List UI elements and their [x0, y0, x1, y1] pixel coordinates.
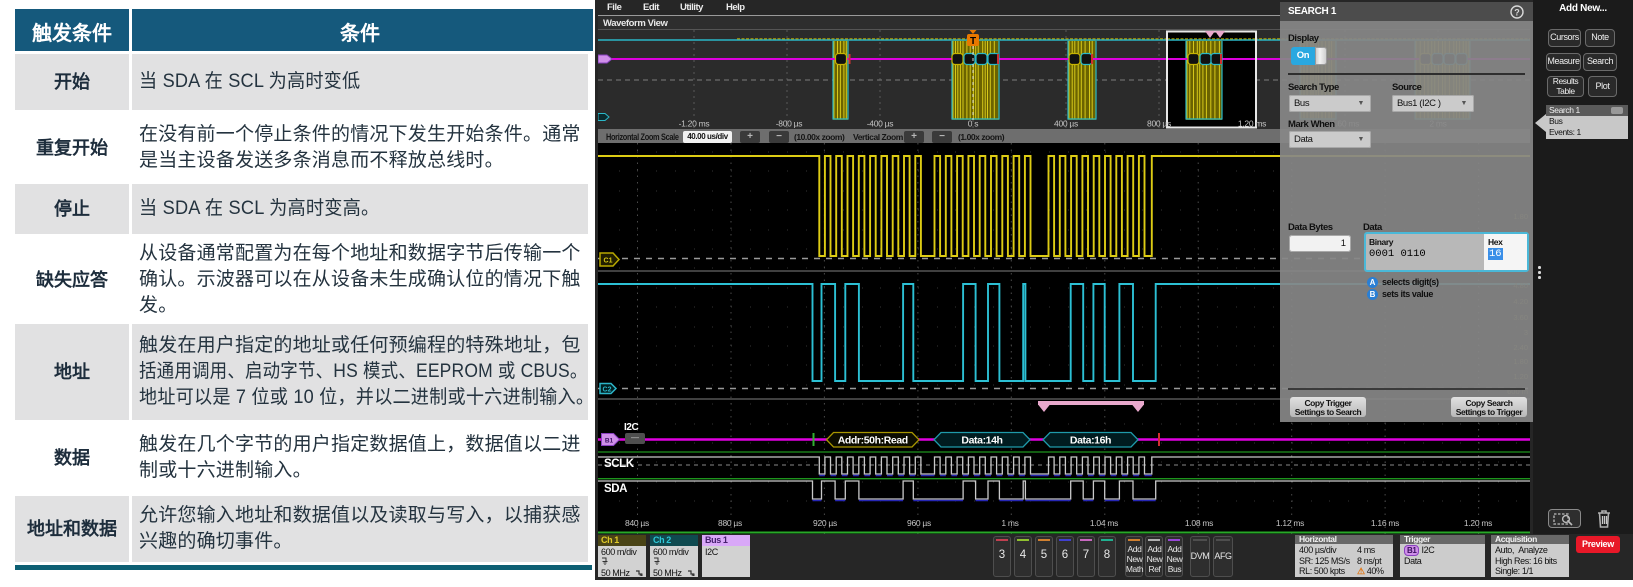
svg-text:?: ? — [1514, 8, 1520, 18]
svg-text:Addr:50h:Read: Addr:50h:Read — [838, 435, 908, 447]
svg-text:C2: C2 — [603, 387, 612, 394]
svg-text:B1: B1 — [605, 438, 614, 445]
svg-text:-800 µs: -800 µs — [776, 119, 802, 129]
svg-text:T: T — [970, 36, 976, 47]
svg-text:Data:14h: Data:14h — [961, 435, 1002, 447]
svg-text:-1.20 ms: -1.20 ms — [679, 119, 710, 129]
svg-text:800 µs: 800 µs — [1147, 119, 1171, 129]
svg-text:0 s: 0 s — [968, 119, 978, 129]
svg-text:-400 µs: -400 µs — [867, 119, 893, 129]
svg-text:400 µs: 400 µs — [1054, 119, 1078, 129]
svg-text:1.20 ms: 1.20 ms — [1238, 119, 1266, 129]
svg-text:C1: C1 — [604, 258, 613, 265]
svg-text:Data:16h: Data:16h — [1070, 435, 1111, 447]
